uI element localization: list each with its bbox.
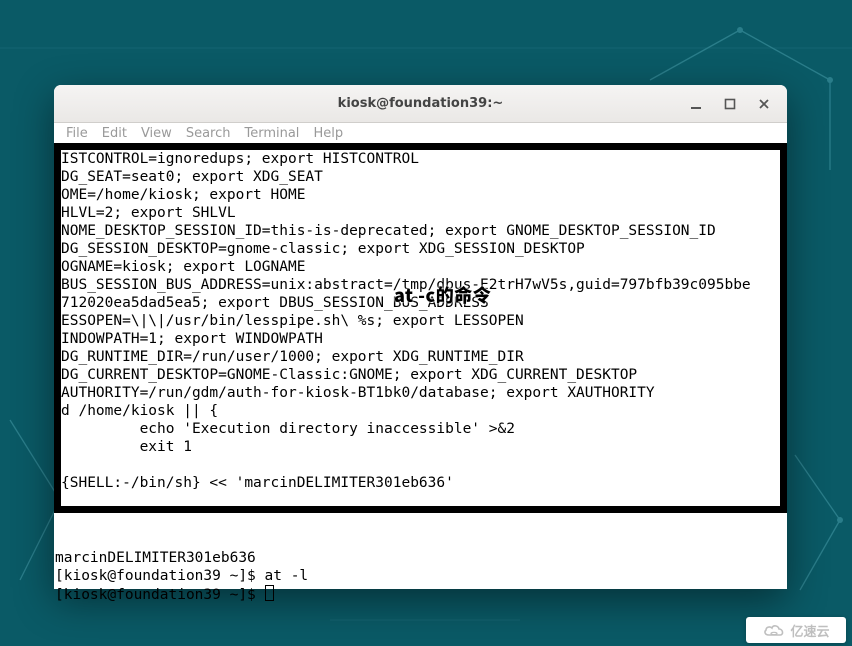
window-title: kiosk@foundation39:~ bbox=[338, 96, 504, 111]
menu-edit[interactable]: Edit bbox=[96, 126, 133, 141]
terminal-output-framed: ISTCONTROL=ignoredups; export HISTCONTRO… bbox=[54, 143, 787, 513]
menu-file[interactable]: File bbox=[60, 126, 94, 141]
maximize-button[interactable] bbox=[723, 97, 737, 111]
annotation-overlay: at -c的命令 bbox=[394, 282, 491, 308]
watermark-text: 亿速云 bbox=[790, 621, 829, 640]
minimize-button[interactable] bbox=[689, 97, 703, 111]
window-titlebar[interactable]: kiosk@foundation39:~ bbox=[54, 85, 787, 123]
watermark-badge: 亿速云 bbox=[746, 617, 846, 643]
window-controls bbox=[689, 85, 779, 122]
menu-search[interactable]: Search bbox=[180, 126, 237, 141]
menu-view[interactable]: View bbox=[135, 126, 178, 141]
terminal-window: kiosk@foundation39:~ File Edit View Sear… bbox=[54, 85, 787, 589]
menubar: File Edit View Search Terminal Help bbox=[54, 123, 787, 143]
close-button[interactable] bbox=[757, 97, 771, 111]
terminal-cursor bbox=[265, 585, 274, 601]
menu-help[interactable]: Help bbox=[307, 126, 349, 141]
cloud-icon bbox=[762, 622, 786, 638]
terminal-body[interactable]: ISTCONTROL=ignoredups; export HISTCONTRO… bbox=[54, 143, 787, 589]
menu-terminal[interactable]: Terminal bbox=[238, 126, 305, 141]
terminal-output-below: marcinDELIMITER301eb636 [kiosk@foundatio… bbox=[54, 531, 787, 589]
